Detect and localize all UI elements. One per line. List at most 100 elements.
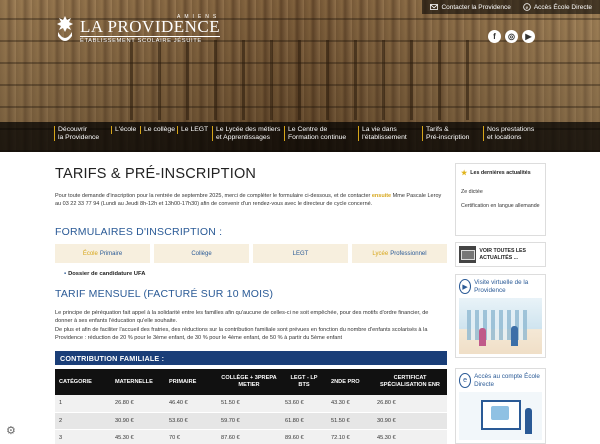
table-row: 1 26.80 € 46.40 € 51.50 € 53.60 € 43.30 … (55, 395, 447, 413)
table-row: 2 30.90 € 53.60 € 59.70 € 61.80 € 51.50 … (55, 412, 447, 430)
instagram-icon[interactable]: ◎ (505, 30, 518, 43)
top-bar: Contacter la Providence e Accès École Di… (422, 0, 600, 14)
nav-label: La vie dans (362, 126, 397, 133)
virtual-tour-card[interactable]: ▶ Visite virtuelle de la Providence (455, 274, 546, 358)
ufa-link[interactable]: ▪ Dossier de candidature UFA (64, 271, 145, 277)
table-cell: 51.50 € (327, 412, 373, 430)
news-widget: ★ Les dernières actualités Ze dictée Cer… (455, 163, 546, 236)
nav-label: Le Lycée des métiers (216, 126, 281, 133)
contact-link[interactable]: Contacter la Providence (430, 3, 511, 11)
table-cell: 89.60 € (281, 429, 327, 444)
tarif-table: CATÉGORIE MATERNELLE PRIMAIRE COLLÈGE + … (55, 369, 447, 444)
table-cell: 2 (55, 412, 111, 430)
table-cell: 61.80 € (281, 412, 327, 430)
forms-heading: FORMULAIRES D'INSCRIPTION : (55, 226, 223, 238)
ecole-directe-label: Accès École Directe (533, 3, 592, 11)
nav-label: Pré-inscription (426, 133, 470, 141)
column-header: LEGT - LP BTS (281, 369, 327, 395)
table-cell: 46.40 € (165, 395, 217, 413)
table-cell: 59.70 € (217, 412, 281, 430)
table-cell: 30.90 € (111, 412, 165, 430)
news-item[interactable]: Ze dictée (461, 177, 540, 195)
form-button-college[interactable]: Collège (154, 244, 249, 263)
news-item[interactable]: Certification en langue allemande (461, 195, 540, 210)
tarif-heading: TARIF MENSUEL (FACTURÉ SUR 10 MOIS) (55, 288, 274, 300)
nav-label: Formation continue (288, 133, 347, 141)
nav-item-prestations[interactable]: Nos prestations et locations (483, 126, 534, 141)
envelope-icon (430, 4, 439, 10)
nav-label: Tarifs & (426, 126, 449, 133)
form-button-label: Collège (191, 250, 212, 257)
logo-subtitle: ÉTABLISSEMENT SCOLAIRE JÉSUITE (80, 36, 221, 44)
nav-item-tarifs[interactable]: Tarifs & Pré-inscription (422, 126, 469, 141)
nav-label: et locations (487, 133, 522, 141)
table-cell: 45.30 € (373, 429, 447, 444)
nav-item-vie-etablissement[interactable]: La vie dans l'établissement (358, 126, 407, 141)
column-header: CERTIFICAT SPÉCIALISATION ENR (373, 369, 447, 395)
nav-label: Nos prestations (487, 126, 535, 133)
page-title: TARIFS & PRÉ-INSCRIPTION (55, 166, 257, 182)
tarif-paragraph-1: Le principe de péréquation fait appel à … (55, 310, 429, 325)
table-cell: 72.10 € (327, 429, 373, 444)
intro-text: Pour toute demande d'inscription pour la… (55, 192, 447, 209)
table-header-row: CATÉGORIE MATERNELLE PRIMAIRE COLLÈGE + … (55, 369, 447, 395)
tarif-paragraph-2: De plus et afin de faciliter l'accueil d… (55, 326, 428, 342)
all-news-label: VOIR TOUTES LES ACTUALITÉS ... (479, 248, 526, 261)
cookie-settings-icon[interactable]: ⚙ (6, 424, 20, 438)
nav-label: Le collège (144, 126, 175, 133)
table-cell: 26.80 € (111, 395, 165, 413)
news-thumbnail-icon (459, 246, 477, 263)
nav-item-legt[interactable]: Le LEGT (177, 126, 208, 134)
table-cell: 70 € (165, 429, 217, 444)
table-cell: 26.80 € (373, 395, 447, 413)
youtube-icon[interactable]: ▶ (522, 30, 535, 43)
tarif-description: Le principe de péréquation fait appel à … (55, 309, 447, 343)
ecole-directe-card[interactable]: e Accès au compte École Directe (455, 368, 546, 444)
banner-illustration (130, 40, 470, 120)
all-news-button[interactable]: VOIR TOUTES LES ACTUALITÉS ... (455, 242, 546, 267)
ecole-directe-icon: e (523, 3, 531, 11)
news-title: Les dernières actualités (470, 170, 531, 176)
site-logo[interactable]: AMIENS LA PROVIDENCE ÉTABLISSEMENT SCOLA… (54, 14, 221, 44)
nav-item-formation-continue[interactable]: Le Centre de Formation continue (284, 126, 346, 141)
nav-label: Le Centre de (288, 126, 328, 133)
table-cell: 53.60 € (165, 412, 217, 430)
nav-item-lycee-metiers[interactable]: Le Lycée des métiers et Apprentissages (212, 126, 280, 141)
virtual-tour-illustration (459, 298, 542, 354)
nav-label: l'établissement (362, 133, 407, 141)
intro-highlight: ensuite (371, 193, 392, 199)
nav-label: et Apprentissages (216, 133, 271, 141)
nav-item-ecole[interactable]: L'école (111, 126, 136, 134)
table-cell: 45.30 € (111, 429, 165, 444)
column-header: CATÉGORIE (55, 369, 111, 395)
table-cell: 43.30 € (327, 395, 373, 413)
ufa-link-label: Dossier de candidature UFA (68, 271, 146, 277)
star-icon: ★ (461, 170, 468, 177)
main-nav: Découvrir la Providence L'école Le collèg… (0, 122, 600, 152)
column-header: PRIMAIRE (165, 369, 217, 395)
nav-item-decouvrir[interactable]: Découvrir la Providence (54, 126, 99, 141)
form-button-label: LEGT (292, 250, 309, 257)
ecole-directe-title: Accès au compte École Directe (474, 373, 540, 388)
nav-label: Découvrir (58, 126, 88, 133)
form-button-lycee-pro[interactable]: Lycée Professionnel (352, 244, 447, 263)
svg-text:e: e (525, 6, 528, 11)
bullet-icon: ▪ (64, 271, 67, 277)
forms-row: École Primaire Collège LEGT Lycée Professi… (55, 244, 447, 263)
nav-item-college[interactable]: Le collège (140, 126, 175, 134)
table-cell: 3 (55, 429, 111, 444)
virtual-tour-title: Visite virtuelle de la Providence (474, 279, 529, 294)
form-button-legt[interactable]: LEGT (253, 244, 348, 263)
news-header: ★ Les dernières actualités (461, 169, 540, 177)
ecole-directe-illustration (459, 392, 542, 440)
table-row: 3 45.30 € 70 € 87.60 € 89.60 € 72.10 € 4… (55, 429, 447, 444)
form-button-accent: Lycée (372, 250, 389, 257)
ecole-directe-link[interactable]: e Accès École Directe (523, 3, 592, 11)
social-links: f ◎ ▶ (488, 30, 535, 43)
nav-label: Le LEGT (181, 126, 209, 133)
facebook-icon[interactable]: f (488, 30, 501, 43)
contribution-banner: CONTRIBUTION FAMILIALE : (55, 351, 447, 365)
intro-text-start: Pour toute demande d'inscription pour la… (55, 193, 372, 199)
table-cell: 87.60 € (217, 429, 281, 444)
form-button-primaire[interactable]: École Primaire (55, 244, 150, 263)
